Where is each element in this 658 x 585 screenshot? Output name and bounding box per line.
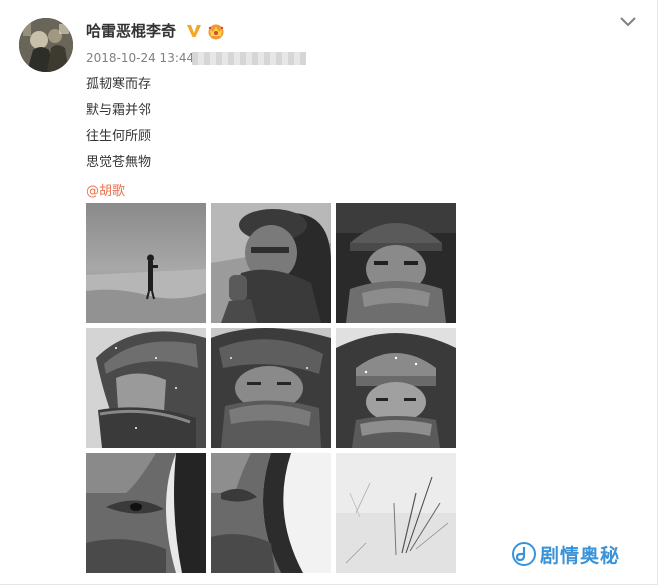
post-text: 孤韧寒而存 默与霜并邻 往生何所顾 思觉苍無物 @胡歌	[86, 76, 151, 199]
vip-crown-icon	[208, 24, 224, 40]
username[interactable]: 哈雷恶棍李奇	[86, 20, 176, 41]
watermark-text: 剧情奥秘	[540, 544, 621, 567]
post-line-4: 思觉苍無物	[86, 155, 152, 170]
post-line-3: 往生何所顾	[86, 129, 152, 144]
photo-thumbnail-2[interactable]	[211, 203, 331, 323]
watermark-logo-icon	[512, 542, 536, 566]
photo-thumbnail-6[interactable]	[336, 328, 456, 448]
photo-thumbnail-1[interactable]	[86, 203, 206, 323]
avatar[interactable]	[19, 18, 73, 72]
chevron-down-icon[interactable]	[618, 14, 638, 30]
post-line-1: 孤韧寒而存	[86, 77, 152, 92]
post-timestamp[interactable]: 2018-10-24 13:44	[86, 51, 194, 65]
photo-thumbnail-5[interactable]	[211, 328, 331, 448]
photo-thumbnail-8[interactable]	[211, 453, 331, 573]
verified-v-badge-icon	[187, 25, 201, 37]
photo-thumbnail-9[interactable]	[336, 453, 456, 573]
mention-link[interactable]: @胡歌	[86, 180, 151, 199]
photo-thumbnail-4[interactable]	[86, 328, 206, 448]
blurred-source	[192, 52, 306, 65]
post-line-2: 默与霜并邻	[86, 103, 152, 118]
watermark: 剧情奥秘	[512, 539, 620, 569]
photo-thumbnail-3[interactable]	[336, 203, 456, 323]
photo-thumbnail-7[interactable]	[86, 453, 206, 573]
